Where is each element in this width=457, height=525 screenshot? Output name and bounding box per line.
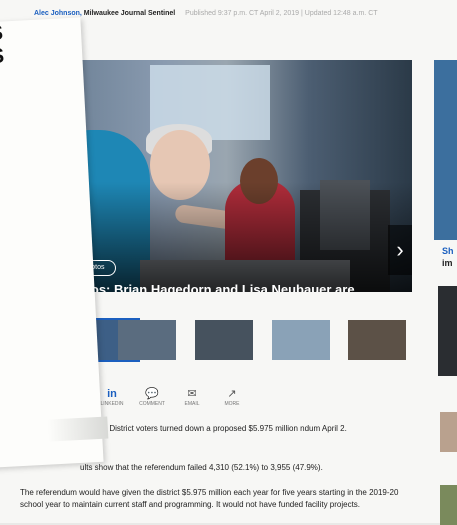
overlay-letter: S — [0, 21, 4, 46]
right-rail: Sh im — [428, 40, 457, 525]
overlay-letter: S — [0, 44, 5, 69]
more-share-button[interactable]: ↗ MORE — [215, 388, 249, 407]
thumbnail-strip — [78, 318, 410, 362]
byline-author[interactable]: Alec Johnson, — [34, 10, 82, 17]
gallery-caption: Photos: Brian Hagedorn and Lisa Neubauer… — [62, 282, 355, 292]
gallery-thumbnail[interactable] — [118, 320, 176, 360]
article-paragraph: The referendum would have given the dist… — [20, 488, 399, 509]
share-label: MORE — [224, 401, 240, 407]
share-label: EMAIL — [184, 401, 200, 407]
email-icon: ✉ — [187, 388, 197, 400]
comment-icon: 💬 — [145, 388, 159, 400]
share-label: LINKEDIN — [100, 401, 124, 407]
share-icon: ↗ — [227, 388, 237, 400]
article-page: Alec Johnson, Milwaukee Journal Sentinel… — [0, 0, 457, 525]
article-paragraph: chool District voters turned down a prop… — [88, 424, 347, 433]
rail-heading[interactable]: Sh im — [442, 245, 454, 269]
overlay-headline: S S — [0, 21, 5, 68]
rail-image[interactable] — [438, 286, 457, 376]
gallery-thumbnail[interactable] — [348, 320, 406, 360]
rail-heading-dark: im — [442, 258, 453, 268]
gallery-thumbnail[interactable] — [195, 320, 253, 360]
byline-timestamp: Published 9:37 p.m. CT April 2, 2019 | U… — [185, 10, 378, 17]
rail-image[interactable] — [434, 60, 457, 240]
byline: Alec Johnson, Milwaukee Journal Sentinel… — [34, 10, 378, 17]
chevron-right-icon[interactable]: › — [388, 225, 412, 275]
byline-outlet: Milwaukee Journal Sentinel — [83, 10, 176, 17]
gallery-thumbnail[interactable] — [272, 320, 330, 360]
article-paragraph: ults show that the referendum failed 4,3… — [80, 463, 323, 472]
share-label: COMMENT — [139, 401, 165, 407]
share-bar: in LINKEDIN 💬 COMMENT ✉ EMAIL ↗ MORE — [95, 388, 255, 414]
email-share-button[interactable]: ✉ EMAIL — [175, 388, 209, 407]
rail-image[interactable] — [440, 485, 457, 525]
rail-heading-blue: Sh — [442, 246, 454, 256]
rail-image[interactable] — [440, 412, 457, 452]
comment-button[interactable]: 💬 COMMENT — [135, 388, 169, 407]
